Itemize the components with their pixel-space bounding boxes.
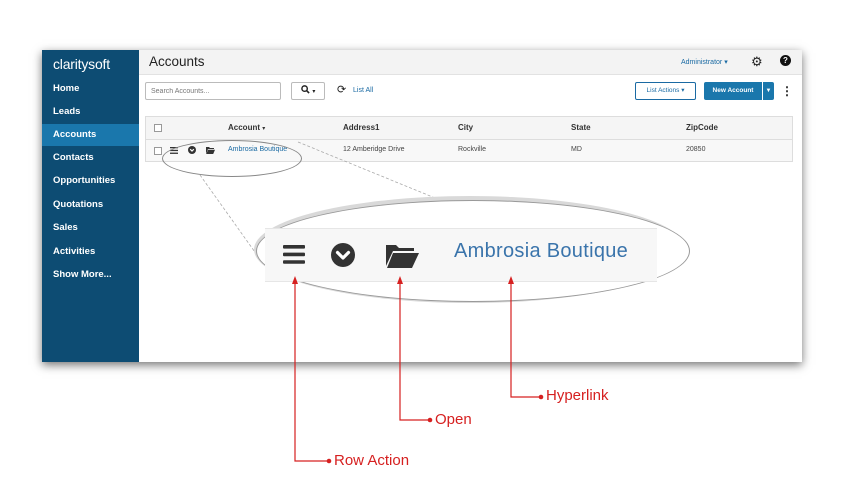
- callout-row-action: Row Action: [334, 452, 410, 469]
- callout-open: Open: [435, 411, 472, 428]
- callout-arrows: [292, 276, 544, 464]
- callout-hyperlink: Hyperlink: [546, 387, 609, 404]
